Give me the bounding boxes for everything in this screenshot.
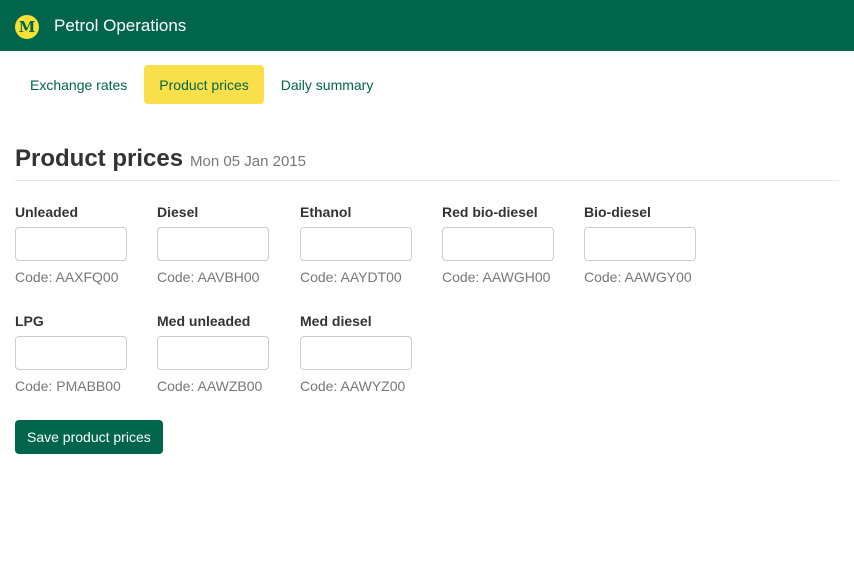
price-input-med-diesel[interactable]: [300, 336, 412, 370]
tab-nav: Exchange rates Product prices Daily summ…: [15, 65, 388, 104]
field-label: Med diesel: [300, 313, 372, 329]
field-label: Med unleaded: [157, 313, 251, 329]
brand-logo-icon: M: [15, 15, 39, 39]
field-label: LPG: [15, 313, 44, 329]
field-lpg: LPG Code: PMABB00: [15, 313, 155, 394]
page-date: Mon 05 Jan 2015: [190, 153, 306, 170]
product-code: Code: PMABB00: [15, 378, 121, 394]
page-heading: Product prices Mon 05 Jan 2015: [15, 145, 306, 173]
app-title[interactable]: Petrol Operations: [54, 15, 186, 37]
price-input-diesel[interactable]: [157, 227, 269, 261]
field-label: Unleaded: [15, 204, 79, 220]
product-code: Code: AAXFQ00: [15, 269, 119, 285]
field-red-bio-diesel: Red bio-diesel Code: AAWGH00: [442, 204, 582, 285]
save-product-prices-button[interactable]: Save product prices: [15, 420, 163, 454]
price-input-med-unleaded[interactable]: [157, 336, 269, 370]
product-code: Code: AAWGH00: [442, 269, 551, 285]
page-title: Product prices: [15, 145, 184, 172]
tab-product-prices[interactable]: Product prices: [144, 65, 264, 104]
product-code: Code: AAWYZ00: [300, 378, 406, 394]
field-med-diesel: Med diesel Code: AAWYZ00: [300, 313, 440, 394]
price-input-bio-diesel[interactable]: [584, 227, 696, 261]
field-label: Red bio-diesel: [442, 204, 538, 220]
field-label: Bio-diesel: [584, 204, 651, 220]
product-code: Code: AAWGY00: [584, 269, 692, 285]
heading-divider: [15, 180, 839, 181]
price-input-lpg[interactable]: [15, 336, 127, 370]
price-input-ethanol[interactable]: [300, 227, 412, 261]
field-bio-diesel: Bio-diesel Code: AAWGY00: [584, 204, 724, 285]
product-code: Code: AAVBH00: [157, 269, 260, 285]
field-unleaded: Unleaded Code: AAXFQ00: [15, 204, 155, 285]
field-med-unleaded: Med unleaded Code: AAWZB00: [157, 313, 297, 394]
tab-daily-summary[interactable]: Daily summary: [266, 65, 389, 104]
field-ethanol: Ethanol Code: AAYDT00: [300, 204, 440, 285]
field-label: Ethanol: [300, 204, 352, 220]
tab-exchange-rates[interactable]: Exchange rates: [15, 65, 142, 104]
price-input-unleaded[interactable]: [15, 227, 127, 261]
product-code: Code: AAWZB00: [157, 378, 263, 394]
price-input-red-bio-diesel[interactable]: [442, 227, 554, 261]
field-label: Diesel: [157, 204, 199, 220]
product-code: Code: AAYDT00: [300, 269, 402, 285]
top-navbar: M Petrol Operations: [0, 0, 854, 51]
field-diesel: Diesel Code: AAVBH00: [157, 204, 297, 285]
